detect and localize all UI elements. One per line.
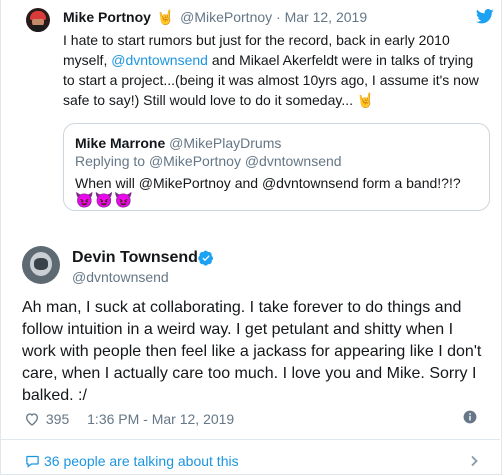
mention-link[interactable]: @dvntownsend (111, 52, 208, 68)
twitter-bird-icon[interactable] (476, 9, 494, 24)
inner-author-name: Mike Marrone (75, 135, 166, 151)
tweet-timestamp[interactable]: 1:36 PM - Mar 12, 2019 (87, 411, 234, 427)
speech-bubble-icon (26, 455, 39, 468)
author-name[interactable]: Devin Townsend (72, 248, 198, 268)
header-separator: · (276, 9, 281, 25)
devil-emojis: 😈😈😈 (75, 192, 135, 209)
quoted-author-handle[interactable]: @MikePortnoy (180, 9, 272, 25)
tweet-meta: 395 1:36 PM - Mar 12, 2019 (24, 410, 490, 428)
verified-icon (198, 250, 213, 266)
quoted-tweet-text: I hate to start rumors but just for the … (63, 30, 488, 110)
replying-to-handles: @MikePortnoy @dvntownsend (148, 153, 342, 169)
inner-header: Mike Marrone @MikePlayDrums (75, 134, 281, 152)
chevron-right-icon[interactable] (468, 455, 480, 467)
conversation-link[interactable]: 36 people are talking about this (25, 452, 239, 470)
info-icon[interactable] (463, 410, 477, 424)
mike-portnoy-avatar[interactable] (26, 8, 50, 32)
author-handle[interactable]: @dvntownsend (72, 268, 169, 286)
like-count[interactable]: 395 (46, 411, 69, 427)
quoted-tweet-header: Mike Portnoy 🤘 @MikePortnoy · Mar 12, 20… (63, 8, 367, 26)
heart-icon[interactable] (24, 411, 40, 427)
rock-hand-emoji: 🤘 (356, 92, 375, 108)
talking-count-label: 36 people are talking about this (44, 453, 239, 469)
tweet-text: Ah man, I suck at collaborating. I take … (22, 299, 482, 404)
inner-quoted-card[interactable]: Mike Marrone @MikePlayDrums Replying to … (63, 123, 490, 211)
divider (0, 439, 500, 440)
inner-tweet-text: When will @MikePortnoy and @dvntownsend … (75, 175, 461, 191)
replying-prefix: Replying to (75, 153, 149, 169)
devin-townsend-avatar[interactable] (22, 246, 60, 284)
rock-hand-emoji: 🤘 (156, 9, 175, 25)
quoted-author-name[interactable]: Mike Portnoy (63, 9, 151, 25)
inner-author-handle: @MikePlayDrums (169, 135, 282, 151)
replying-to-line: Replying to @MikePortnoy @dvntownsend (75, 152, 342, 170)
quoted-date[interactable]: Mar 12, 2019 (285, 9, 368, 25)
